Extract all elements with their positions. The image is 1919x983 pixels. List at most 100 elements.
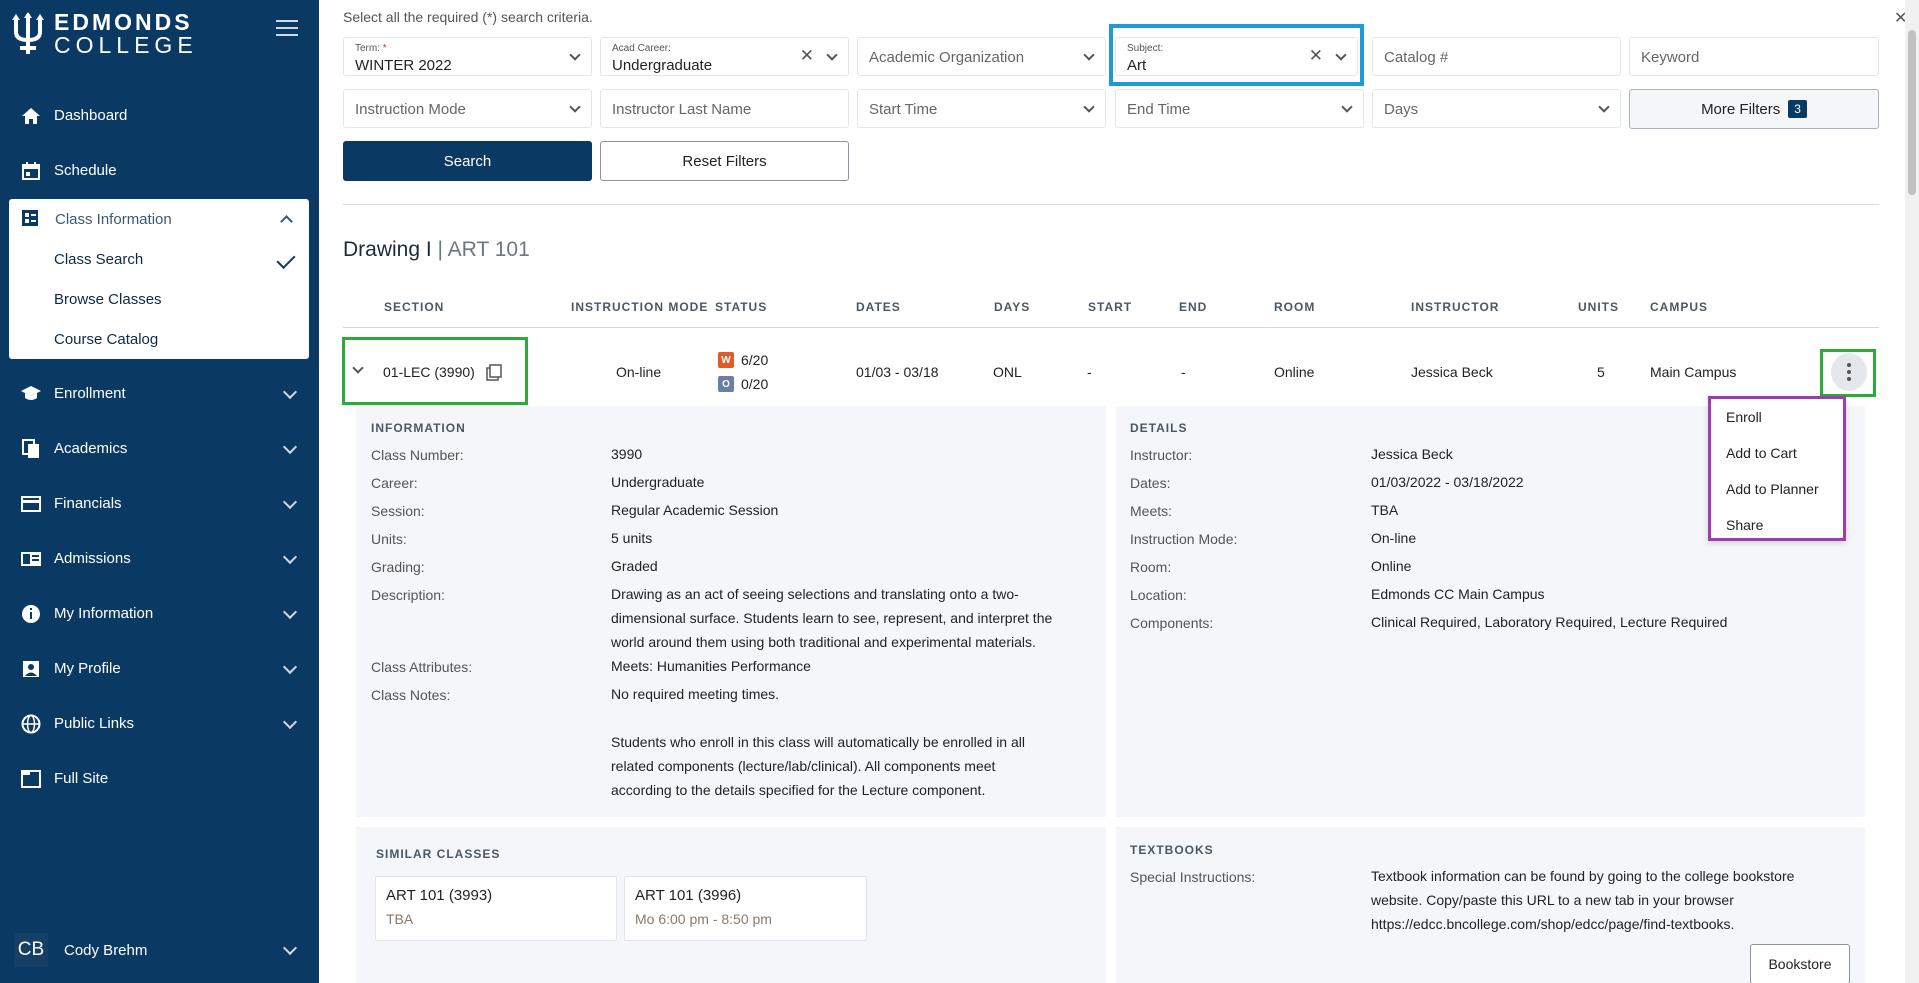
sidebar-item-label: Academics: [54, 440, 128, 457]
search-button[interactable]: Search: [343, 141, 592, 181]
col-header-instruction-mode: INSTRUCTION MODE: [571, 300, 709, 314]
chevron-down-icon: [569, 101, 581, 113]
class-notes-line-4: according to the details specified for t…: [611, 782, 986, 798]
career-value: Undergraduate: [612, 57, 713, 74]
credit-card-icon: [20, 493, 42, 515]
sidebar-subitem-course-catalog[interactable]: Course Catalog: [9, 319, 309, 359]
chevron-down-icon: [282, 659, 298, 675]
class-attributes-label: Class Attributes:: [371, 659, 473, 675]
profile-icon: [20, 658, 42, 680]
reset-filters-button[interactable]: Reset Filters: [600, 141, 849, 181]
sidebar-item-my-information[interactable]: My Information: [0, 586, 319, 641]
meets-label: Meets:: [1130, 503, 1173, 519]
open-badge: O: [718, 376, 734, 392]
catalog-number-input[interactable]: Catalog #: [1372, 37, 1621, 76]
location-label: Location:: [1130, 587, 1187, 603]
units-label: Units:: [371, 531, 407, 547]
org-placeholder: Academic Organization: [869, 49, 1025, 66]
subitem-label: Class Search: [54, 250, 144, 268]
similar-class-card[interactable]: ART 101 (3996) Mo 6:00 pm - 8:50 pm: [624, 876, 867, 941]
sidebar-item-my-profile[interactable]: My Profile: [0, 641, 319, 696]
subject-select[interactable]: Subject: Art ✕: [1115, 37, 1358, 76]
col-header-dates: DATES: [856, 300, 901, 314]
sidebar-subitem-browse-classes[interactable]: Browse Classes: [9, 279, 309, 319]
graduation-cap-icon: [20, 383, 42, 405]
group-label: Class Information: [55, 210, 172, 228]
sidebar-item-label: Admissions: [54, 550, 131, 567]
end-value: -: [1181, 364, 1186, 380]
textbook-line-1: Textbook information can be found by goi…: [1371, 868, 1795, 884]
instructor-last-name-input[interactable]: Instructor Last Name: [600, 89, 849, 128]
textbook-url[interactable]: https://edcc.bncollege.com/shop/edcc/pag…: [1371, 912, 1734, 936]
copy-icon[interactable]: [486, 364, 502, 381]
days-select[interactable]: Days: [1372, 89, 1621, 128]
status-open: O 0/20: [718, 376, 768, 392]
textbooks-title: TEXTBOOKS: [1130, 843, 1214, 857]
keyword-input[interactable]: Keyword: [1629, 37, 1879, 76]
sidebar-item-schedule[interactable]: Schedule: [0, 143, 319, 198]
more-filters-button[interactable]: More Filters 3: [1629, 89, 1879, 129]
col-header-days: DAYS: [994, 300, 1031, 314]
chevron-down-icon: [1083, 49, 1095, 61]
term-label: Term:: [355, 43, 380, 54]
dates-label: Dates:: [1130, 475, 1171, 491]
subject-value: Art: [1127, 57, 1147, 74]
career-label: Acad Career:: [612, 43, 671, 54]
header-divider: [343, 327, 1879, 328]
similar-class-card[interactable]: ART 101 (3993) TBA: [375, 876, 617, 941]
sidebar-item-label: Schedule: [54, 162, 117, 179]
components-label: Components:: [1130, 615, 1214, 631]
room-detail-value: Online: [1371, 558, 1412, 574]
logo-line1: EDMONDS: [54, 9, 193, 35]
search-hint: Select all the required (*) search crite…: [343, 9, 593, 25]
clear-icon[interactable]: ✕: [1309, 46, 1323, 66]
academic-organization-select[interactable]: Academic Organization: [857, 37, 1106, 76]
term-select[interactable]: Term: * WINTER 2022: [343, 37, 592, 76]
hamburger-menu-icon[interactable]: [276, 20, 298, 38]
class-number-label: Class Number:: [371, 447, 464, 463]
chevron-down-icon: [282, 439, 298, 455]
col-header-instructor: INSTRUCTOR: [1411, 300, 1500, 314]
career-label: Career:: [371, 475, 418, 491]
description-line-3: world around them using both traditional…: [611, 634, 1036, 650]
course-title: Drawing I | ART 101: [343, 238, 530, 262]
required-marker: *: [382, 43, 387, 54]
sidebar-item-public-links[interactable]: Public Links: [0, 696, 319, 751]
scrollbar-thumb[interactable]: [1908, 30, 1916, 195]
more-actions-icon[interactable]: [1831, 353, 1867, 391]
college-logo[interactable]: EDMONDS COLLEGE: [10, 10, 200, 58]
instruction-mode-select[interactable]: Instruction Mode: [343, 89, 592, 128]
sidebar-item-admissions[interactable]: Admissions: [0, 531, 319, 586]
scrollbar[interactable]: [1905, 0, 1919, 983]
clear-icon[interactable]: ✕: [800, 46, 814, 66]
sidebar-item-enrollment[interactable]: Enrollment: [0, 366, 319, 421]
sidebar-item-financials[interactable]: Financials: [0, 476, 319, 531]
dates-detail-value: 01/03/2022 - 03/18/2022: [1371, 474, 1524, 490]
sidebar-item-dashboard[interactable]: Dashboard: [0, 88, 319, 143]
bookstore-button[interactable]: Bookstore: [1750, 944, 1850, 983]
days-placeholder: Days: [1384, 101, 1419, 118]
window-icon: [20, 768, 42, 790]
course-code: ART 101: [447, 238, 530, 261]
chevron-down-icon: [282, 494, 298, 510]
information-title: INFORMATION: [371, 421, 466, 435]
term-value: WINTER 2022: [355, 57, 452, 74]
days-value: ONL: [993, 364, 1022, 380]
sidebar-item-class-information[interactable]: Class Information: [9, 199, 309, 239]
acad-career-select[interactable]: Acad Career: Undergraduate ✕: [600, 37, 849, 76]
sidebar-item-full-site[interactable]: Full Site: [0, 751, 319, 806]
menu-item-enroll[interactable]: Enroll: [1711, 399, 1843, 435]
description-line-1: Drawing as an act of seeing selections a…: [611, 586, 1019, 602]
menu-item-add-to-cart[interactable]: Add to Cart: [1711, 435, 1843, 471]
user-menu[interactable]: CB Cody Brehm: [0, 926, 319, 974]
col-header-campus: CAMPUS: [1650, 300, 1709, 314]
start-time-select[interactable]: Start Time: [857, 89, 1106, 128]
menu-item-share[interactable]: Share: [1711, 507, 1843, 543]
sidebar-subitem-class-search[interactable]: Class Search: [9, 239, 309, 279]
end-time-select[interactable]: End Time: [1115, 89, 1364, 128]
menu-item-add-to-planner[interactable]: Add to Planner: [1711, 471, 1843, 507]
class-notes-label: Class Notes:: [371, 687, 451, 703]
id-card-icon: [20, 548, 42, 570]
section-value[interactable]: 01-LEC (3990): [383, 364, 475, 380]
sidebar-item-academics[interactable]: Academics: [0, 421, 319, 476]
